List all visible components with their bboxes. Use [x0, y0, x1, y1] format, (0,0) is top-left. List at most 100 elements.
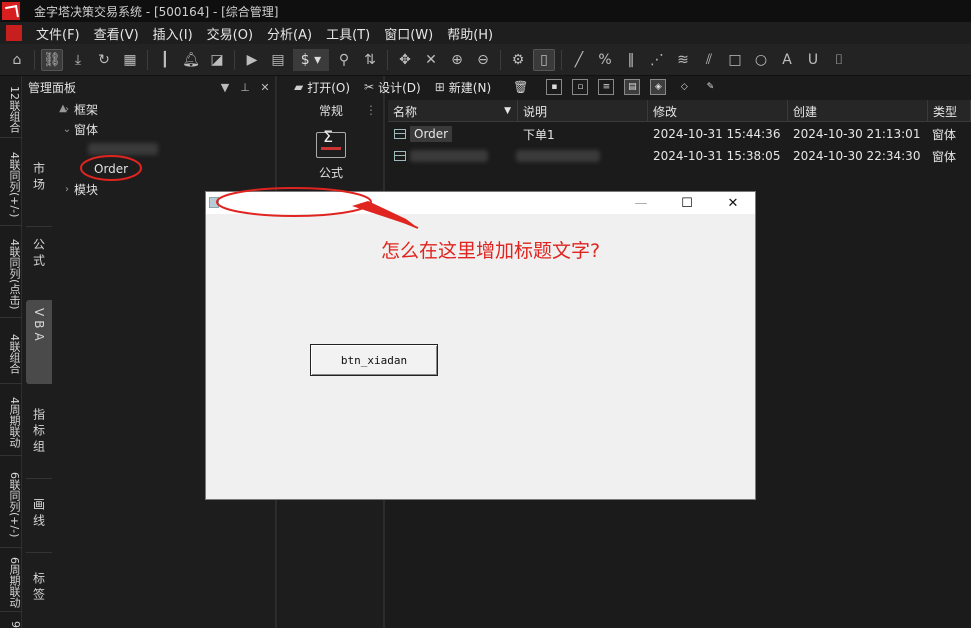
- cross-icon[interactable]: ✕: [420, 49, 442, 71]
- layout-tab[interactable]: 6周期联动: [0, 548, 22, 612]
- percent-tool-icon[interactable]: %: [594, 49, 616, 71]
- filter-icon[interactable]: ⚲: [333, 49, 355, 71]
- cell-type: 窗体: [932, 149, 957, 164]
- layout-tab[interactable]: 4联同列(点击): [0, 226, 22, 318]
- table-row[interactable]: 2024-10-31 15:38:05 2024-10-30 22:34:30 …: [388, 145, 971, 167]
- line-tool-icon[interactable]: ╱: [568, 49, 590, 71]
- bell-icon[interactable]: 🔔︎: [180, 49, 202, 71]
- menu-logo-icon[interactable]: [6, 25, 22, 41]
- magnet-icon[interactable]: U: [802, 49, 824, 71]
- column-header-created[interactable]: 创建: [788, 100, 928, 122]
- column-header-modified[interactable]: 修改: [648, 100, 788, 122]
- close-icon[interactable]: ✕: [710, 192, 756, 214]
- category-tab-label[interactable]: 标签: [26, 564, 52, 624]
- text-tool-icon[interactable]: A: [776, 49, 798, 71]
- view-list-icon[interactable]: ≡: [598, 79, 615, 95]
- form-icon: [394, 129, 406, 139]
- view-medium-icon[interactable]: ▫: [572, 79, 589, 95]
- fan-tool-icon[interactable]: ⋰: [646, 49, 668, 71]
- currency-dropdown[interactable]: $ ▾: [293, 48, 329, 71]
- layout-tab[interactable]: 4周期联动: [0, 384, 22, 456]
- category-separator: [26, 226, 52, 227]
- category-tab-indicator-group[interactable]: 指标组: [26, 400, 52, 468]
- home-icon[interactable]: ⌂: [6, 49, 28, 71]
- tree-item-label: 框架: [74, 102, 99, 117]
- category-column: 市场 公式 VBA 指标组 画线 标签: [22, 98, 52, 628]
- dialog-titlebar[interactable]: — ☐ ✕: [206, 192, 755, 214]
- tree-item-forms[interactable]: ⌄ 窗体: [60, 119, 98, 139]
- layout-tab[interactable]: 4联组合: [0, 318, 22, 384]
- rectangle-tool-icon[interactable]: □: [724, 49, 746, 71]
- menu-tools[interactable]: 工具(T): [326, 24, 370, 43]
- maximize-icon[interactable]: ☐: [664, 192, 710, 214]
- document-icon[interactable]: ▤: [267, 49, 289, 71]
- layout-tab[interactable]: 4联同列(+/-): [0, 138, 22, 226]
- menu-trade[interactable]: 交易(O): [207, 24, 253, 43]
- zoom-in-icon[interactable]: ⊕: [446, 49, 468, 71]
- sort-icon[interactable]: ⇅: [359, 49, 381, 71]
- move-icon[interactable]: ✥: [394, 49, 416, 71]
- open-label: 打开(O): [307, 80, 351, 95]
- grid-icon[interactable]: ▦: [119, 49, 141, 71]
- column-header-desc[interactable]: 说明: [518, 100, 648, 122]
- channel-tool-icon[interactable]: ≋: [672, 49, 694, 71]
- minimize-icon[interactable]: —: [618, 192, 664, 214]
- chevron-right-icon: ›: [65, 103, 69, 115]
- xiadan-button[interactable]: btn_xiadan: [310, 344, 438, 376]
- stack-icon[interactable]: ◇: [676, 79, 692, 95]
- candlestick-icon[interactable]: ┃: [154, 49, 176, 71]
- zoom-out-icon[interactable]: ⊖: [472, 49, 494, 71]
- form-icon: [394, 151, 406, 161]
- menu-insert[interactable]: 插入(I): [153, 24, 193, 43]
- mouse-icon[interactable]: ▯: [533, 48, 555, 71]
- trash-tool-icon[interactable]: ⌷: [828, 49, 850, 71]
- play-icon[interactable]: ▶: [241, 49, 263, 71]
- header-label: 说明: [523, 104, 548, 119]
- pin-icon[interactable]: ⊥: [235, 81, 255, 94]
- delete-button[interactable]: 🗑︎: [513, 80, 532, 94]
- parallel-tool-icon[interactable]: ⫽: [698, 49, 720, 71]
- tree-item-hidden[interactable]: [88, 139, 158, 159]
- layout-tab[interactable]: 12联组合: [0, 76, 22, 138]
- chart-icon[interactable]: ◪: [206, 49, 228, 71]
- tree-item-modules[interactable]: › 模块: [60, 179, 98, 199]
- folder-icon: ▰: [294, 80, 304, 94]
- refresh-icon[interactable]: ↻: [93, 49, 115, 71]
- dropdown-icon[interactable]: ▼: [215, 81, 235, 94]
- more-icon[interactable]: ⋮: [365, 103, 377, 117]
- category-tab-market[interactable]: 市场: [26, 154, 52, 222]
- column-header-type[interactable]: 类型: [928, 100, 971, 122]
- layout-tab[interactable]: 9: [0, 612, 22, 628]
- menu-view[interactable]: 查看(V): [94, 24, 139, 43]
- menu-window[interactable]: 窗口(W): [384, 24, 433, 43]
- layout-tab[interactable]: 6联同列(+/-): [0, 456, 22, 548]
- view-small-icon[interactable]: ▪: [546, 79, 563, 95]
- column-header-name[interactable]: 名称 ▼: [388, 100, 518, 122]
- menu-file[interactable]: 文件(F): [36, 24, 80, 43]
- category-tab-vba[interactable]: VBA: [26, 300, 52, 384]
- action-bar: ▰ 打开(O) ✂ 设计(D) ⊞ 新建(N) 🗑︎ ▪ ▫ ≡ ▤ ◈ ◇ ✎: [288, 76, 971, 98]
- design-button[interactable]: ✂ 设计(D): [364, 79, 421, 96]
- gear-icon[interactable]: ⚙: [507, 49, 529, 71]
- pen-icon[interactable]: ✎: [702, 79, 718, 95]
- toolbox-formula[interactable]: Σ 公式: [309, 127, 353, 181]
- tree-item-label: 窗体: [74, 122, 99, 137]
- category-tab-formula[interactable]: 公式: [26, 230, 52, 298]
- view-detail-icon[interactable]: ▤: [624, 79, 641, 95]
- link-icon[interactable]: ⛓: [41, 48, 63, 71]
- open-button[interactable]: ▰ 打开(O): [294, 79, 350, 96]
- new-button[interactable]: ⊞ 新建(N): [435, 79, 491, 96]
- category-tab-drawing[interactable]: 画线: [26, 490, 52, 550]
- management-panel-header: 管理面板 ▼ ⊥ ✕: [22, 76, 275, 98]
- menu-analysis[interactable]: 分析(A): [267, 24, 312, 43]
- layers-icon[interactable]: ◈: [650, 79, 667, 95]
- download-icon[interactable]: ⤓: [67, 49, 89, 71]
- tree-item-framework[interactable]: › 框架: [60, 99, 98, 119]
- bars-tool-icon[interactable]: ‖: [620, 49, 642, 71]
- menu-help[interactable]: 帮助(H): [447, 24, 493, 43]
- tree-item-order[interactable]: Order: [88, 159, 128, 179]
- circle-tool-icon[interactable]: ○: [750, 49, 772, 71]
- close-icon[interactable]: ✕: [255, 81, 275, 94]
- cell-desc: [516, 145, 600, 167]
- table-row[interactable]: Order 下单1 2024-10-31 15:44:36 2024-10-30…: [388, 123, 971, 145]
